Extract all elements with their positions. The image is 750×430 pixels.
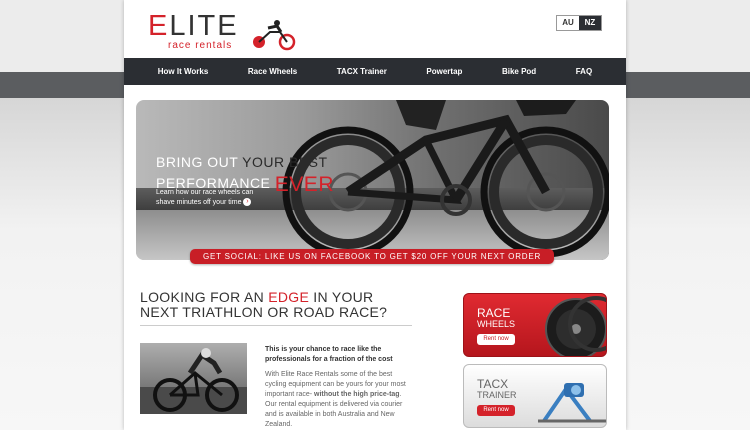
race-card-subtitle: WHEELS <box>477 319 516 329</box>
tacx-card-subtitle: TRAINER <box>477 390 517 400</box>
lang-au-button[interactable]: AU <box>557 16 579 30</box>
nav-race-wheels[interactable]: Race Wheels <box>248 67 297 76</box>
tacx-trainer-card[interactable]: TACX TRAINER Rent now <box>463 364 607 428</box>
intro-paragraph: With Elite Race Rentals some of the best… <box>265 371 406 428</box>
triathlete-photo <box>140 343 247 414</box>
page-container: ELITE race rentals AU NZ How It Works Ra… <box>124 0 626 430</box>
hero-subtext-link[interactable]: Learn how our race wheels can shave minu… <box>156 188 268 208</box>
section-heading: LOOKING FOR AN EDGE IN YOUR NEXT TRIATHL… <box>140 290 412 326</box>
cyclist-logo-icon <box>253 20 296 51</box>
nav-faq[interactable]: FAQ <box>576 67 592 76</box>
tacx-card-title: TACX <box>477 377 509 391</box>
intro-bold: This is your chance to race like the pro… <box>265 346 393 363</box>
race-rent-now-button[interactable]: Rent now <box>477 334 515 345</box>
heading-divider <box>140 325 412 326</box>
main-nav: How It Works Race Wheels TACX Trainer Po… <box>124 58 626 85</box>
nav-how-it-works[interactable]: How It Works <box>158 67 209 76</box>
triathlete-illustration <box>140 348 247 414</box>
intro-text: This is your chance to race like the pro… <box>265 345 413 430</box>
hero-headline-line1: BRING OUT YOUR BEST <box>156 154 328 170</box>
disc-wheel-icon <box>545 296 606 356</box>
logo-tagline: race rentals <box>168 40 233 51</box>
nav-powertap[interactable]: Powertap <box>426 67 462 76</box>
logo[interactable]: ELITE race rentals <box>148 10 298 51</box>
heading-line1: LOOKING FOR AN EDGE IN YOUR <box>140 289 374 305</box>
race-card-title: RACE <box>477 306 511 320</box>
race-wheels-card[interactable]: RACE WHEELS Rent now <box>463 293 607 357</box>
lang-nz-button[interactable]: NZ <box>579 16 601 30</box>
nav-tacx-trainer[interactable]: TACX Trainer <box>337 67 387 76</box>
trainer-icon <box>538 383 606 423</box>
language-switch: AU NZ <box>556 15 602 31</box>
facebook-promo-bar[interactable]: GET SOCIAL: LIKE US ON FACEBOOK TO GET $… <box>190 249 554 264</box>
nav-bike-pod[interactable]: Bike Pod <box>502 67 536 76</box>
heading-line2: NEXT TRIATHLON OR ROAD RACE? <box>140 304 388 320</box>
logo-wordmark: ELITE <box>148 10 239 42</box>
arrow-right-icon: › <box>243 198 252 207</box>
tacx-rent-now-button[interactable]: Rent now <box>477 405 515 416</box>
hero-banner[interactable]: BRING OUT YOUR BEST PERFORMANCE EVER Lea… <box>136 100 609 260</box>
